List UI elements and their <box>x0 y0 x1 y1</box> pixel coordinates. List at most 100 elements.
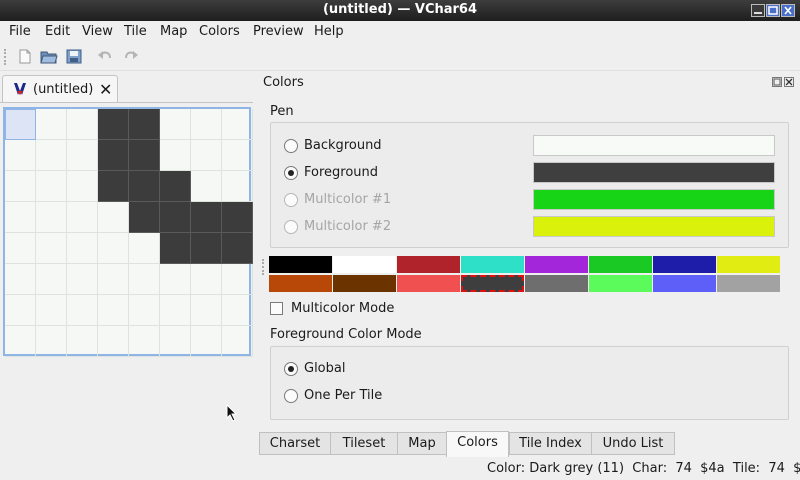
pixel-cell[interactable] <box>160 109 191 140</box>
pixel-cell[interactable] <box>191 233 222 264</box>
palette-color-1[interactable] <box>333 256 396 273</box>
maximize-button[interactable] <box>766 4 780 17</box>
pixel-cell[interactable] <box>5 295 36 326</box>
pixel-cell[interactable] <box>67 140 98 171</box>
palette-color-12[interactable] <box>525 275 588 292</box>
pixel-cell[interactable] <box>98 202 129 233</box>
menu-file[interactable]: File <box>9 24 31 39</box>
close-tab-icon[interactable]: ✕ <box>99 80 112 99</box>
pixel-cell[interactable] <box>36 171 67 202</box>
dock-float-button[interactable] <box>772 77 782 87</box>
pixel-cell[interactable] <box>5 140 36 171</box>
minimize-button[interactable] <box>751 4 765 17</box>
menu-edit[interactable]: Edit <box>45 24 70 39</box>
character-editor-grid[interactable] <box>3 107 253 357</box>
toolbar-grip[interactable] <box>4 49 8 65</box>
tab-colors[interactable]: Colors <box>446 431 509 457</box>
tab-undo-list[interactable]: Undo List <box>591 432 675 455</box>
pixel-cell[interactable] <box>222 264 253 295</box>
menu-map[interactable]: Map <box>160 24 187 39</box>
palette-color-14[interactable] <box>653 275 716 292</box>
pixel-cell[interactable] <box>129 295 160 326</box>
palette-grip[interactable] <box>262 259 265 275</box>
pixel-cell[interactable] <box>160 264 191 295</box>
pixel-cell[interactable] <box>36 264 67 295</box>
multicolor2-swatch[interactable] <box>533 216 775 237</box>
palette-color-6[interactable] <box>653 256 716 273</box>
pixel-cell[interactable] <box>5 264 36 295</box>
pixel-cell[interactable] <box>67 233 98 264</box>
pixel-cell[interactable] <box>160 326 191 357</box>
palette-color-13[interactable] <box>589 275 652 292</box>
pixel-cell[interactable] <box>98 109 129 140</box>
redo-icon[interactable] <box>122 48 140 65</box>
background-color-swatch[interactable] <box>533 135 775 156</box>
menu-tile[interactable]: Tile <box>124 24 147 39</box>
save-icon[interactable] <box>65 48 83 65</box>
dock-close-button[interactable] <box>784 77 794 87</box>
palette-color-2[interactable] <box>397 256 460 273</box>
pixel-cell[interactable] <box>36 140 67 171</box>
tab-map[interactable]: Map <box>397 432 447 455</box>
pixel-cell[interactable] <box>191 326 222 357</box>
palette-color-4[interactable] <box>525 256 588 273</box>
pixel-cell[interactable] <box>67 202 98 233</box>
pixel-cell[interactable] <box>36 326 67 357</box>
pixel-cell[interactable] <box>67 264 98 295</box>
palette-color-5[interactable] <box>589 256 652 273</box>
pixel-cell[interactable] <box>222 109 253 140</box>
pixel-cell[interactable] <box>222 326 253 357</box>
pixel-cell[interactable] <box>5 233 36 264</box>
pixel-cell[interactable] <box>222 295 253 326</box>
multicolor1-swatch[interactable] <box>533 189 775 210</box>
palette-color-3[interactable] <box>461 256 524 273</box>
pixel-cell[interactable] <box>5 326 36 357</box>
pixel-cell[interactable] <box>98 264 129 295</box>
menu-colors[interactable]: Colors <box>199 24 240 39</box>
pixel-cell[interactable] <box>191 140 222 171</box>
palette-color-9[interactable] <box>333 275 396 292</box>
pixel-cell[interactable] <box>36 295 67 326</box>
pixel-cell[interactable] <box>129 171 160 202</box>
pixel-cell[interactable] <box>191 202 222 233</box>
palette-color-10[interactable] <box>397 275 460 292</box>
palette-color-7[interactable] <box>717 256 780 273</box>
pixel-cell[interactable] <box>160 140 191 171</box>
pixel-cell[interactable] <box>129 202 160 233</box>
menu-preview[interactable]: Preview <box>253 24 304 39</box>
tab-tile-index[interactable]: Tile Index <box>509 432 592 455</box>
pixel-cell[interactable] <box>191 171 222 202</box>
new-file-icon[interactable] <box>16 48 34 65</box>
palette-color-11[interactable] <box>461 275 524 292</box>
pixel-cell[interactable] <box>160 202 191 233</box>
pixel-cell[interactable] <box>129 233 160 264</box>
pixel-cell[interactable] <box>191 109 222 140</box>
pixel-cell[interactable] <box>222 140 253 171</box>
pixel-cell[interactable] <box>67 171 98 202</box>
pixel-cell[interactable] <box>5 109 36 140</box>
pixel-cell[interactable] <box>160 233 191 264</box>
pixel-cell[interactable] <box>129 264 160 295</box>
pixel-cell[interactable] <box>98 140 129 171</box>
pixel-cell[interactable] <box>36 233 67 264</box>
pixel-cell[interactable] <box>222 233 253 264</box>
pixel-cell[interactable] <box>5 202 36 233</box>
palette-color-0[interactable] <box>269 256 332 273</box>
pixel-cell[interactable] <box>67 295 98 326</box>
tab-tileset[interactable]: Tileset <box>330 432 398 455</box>
pixel-cell[interactable] <box>160 295 191 326</box>
pixel-cell[interactable] <box>129 326 160 357</box>
open-folder-icon[interactable] <box>40 48 58 65</box>
pixel-cell[interactable] <box>98 233 129 264</box>
pixel-cell[interactable] <box>129 109 160 140</box>
pixel-cell[interactable] <box>67 109 98 140</box>
pixel-cell[interactable] <box>129 140 160 171</box>
pixel-cell[interactable] <box>36 202 67 233</box>
document-tab[interactable]: (untitled) ✕ <box>2 75 118 103</box>
pixel-cell[interactable] <box>160 171 191 202</box>
menu-help[interactable]: Help <box>314 24 344 39</box>
palette-color-15[interactable] <box>717 275 780 292</box>
pixel-cell[interactable] <box>222 202 253 233</box>
pixel-cell[interactable] <box>5 171 36 202</box>
pixel-cell[interactable] <box>36 109 67 140</box>
